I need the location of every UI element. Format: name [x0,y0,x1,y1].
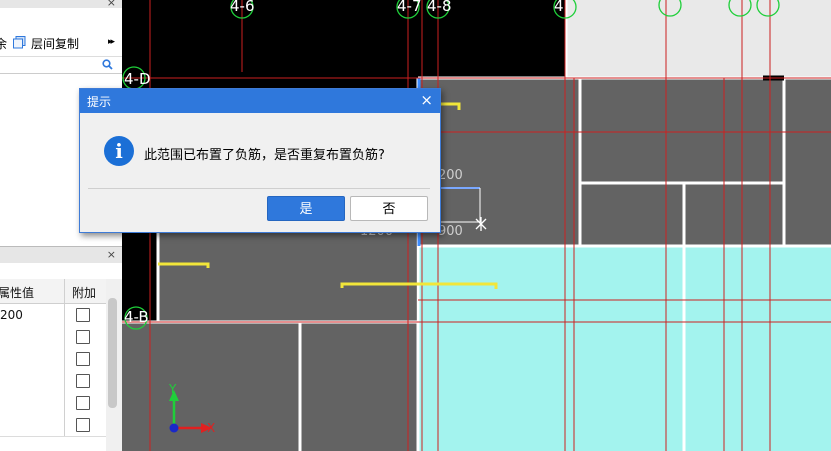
property-row[interactable] [0,414,106,437]
confirm-dialog: 提示 × i 此范围已布置了负筋，是否重复布置负筋? 是 否 [79,88,441,233]
delete-button-fragment[interactable]: 余 [0,35,7,52]
property-row[interactable] [0,326,106,349]
extra-checkbox[interactable] [76,352,90,366]
dialog-message: 此范围已布置了负筋，是否重复布置负筋? [144,148,385,163]
selected-region [418,247,831,451]
property-row[interactable]: 200 [0,304,106,327]
dialog-divider [88,188,430,189]
extra-checkbox[interactable] [76,308,90,322]
dimension-label-900: 900 [438,224,463,239]
axis-label-4-8: 4-8 [427,0,452,15]
search-row[interactable] [0,57,122,74]
slab-lower-left [122,322,418,451]
property-table-header: 属性值 附加 [0,279,106,304]
column-header-extra: 附加 [72,286,97,300]
extra-checkbox[interactable] [76,374,90,388]
panel-close-button[interactable]: × [107,0,116,8]
dialog-titlebar[interactable]: 提示 × [80,89,440,113]
no-button[interactable]: 否 [350,196,428,221]
extra-checkbox[interactable] [76,418,90,432]
property-scrollbar-thumb[interactable] [108,298,117,408]
dialog-close-button[interactable]: × [420,91,433,109]
info-icon: i [104,136,134,166]
axis-label-4: 4 [554,0,564,15]
copy-floor-icon [13,36,26,49]
dialog-title: 提示 [87,95,112,109]
yes-button[interactable]: 是 [267,196,345,221]
ucs-x-label: X [207,421,216,435]
axis-label-4-6: 4-6 [230,0,255,15]
ucs-y-label: Y [169,382,177,396]
slab-left [158,230,416,322]
extra-checkbox[interactable] [76,396,90,410]
search-icon[interactable] [102,59,113,70]
upper-right-region [566,0,831,78]
property-panel-close-button[interactable]: × [107,249,116,260]
property-row[interactable] [0,348,106,371]
property-value[interactable]: 200 [0,308,23,322]
property-panel-titlebar: × [0,247,122,263]
extra-checkbox[interactable] [76,330,90,344]
panel-titlebar: × [0,0,122,8]
panel-toolbar: 余 层间复制 ▸▸ [0,30,122,57]
property-row[interactable] [0,370,106,393]
toolbar-more-icon[interactable]: ▸▸ [108,37,115,47]
floor-copy-button[interactable]: 层间复制 [31,35,79,52]
dimension-label-200: 200 [438,168,463,183]
axis-label-4-D: 4-D [124,70,151,88]
axis-label-4-7: 4-7 [397,0,422,15]
axis-label-4-B: 4-B [124,308,149,326]
property-row[interactable] [0,392,106,415]
column-header-value: 属性值 [0,286,35,300]
